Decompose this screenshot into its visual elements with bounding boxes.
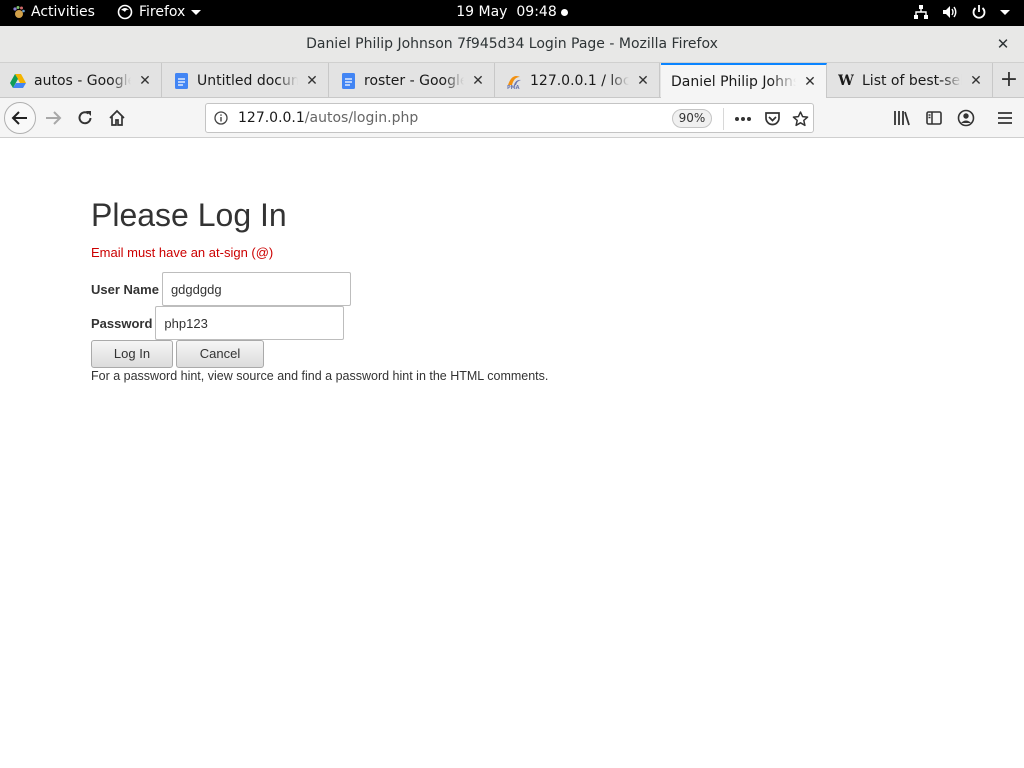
system-status-menu[interactable] <box>913 4 1010 20</box>
chevron-down-icon <box>191 9 202 15</box>
close-icon[interactable]: ✕ <box>635 73 651 89</box>
tab-autos-google-drive[interactable]: autos - Google Drive ✕ <box>0 63 162 98</box>
close-icon[interactable]: ✕ <box>802 74 818 90</box>
reload-icon <box>78 111 92 125</box>
zoom-level-button[interactable]: 90% <box>672 109 712 128</box>
gnome-top-bar: Activities Firefox 19 May 09:48 <box>0 0 1024 26</box>
power-icon <box>972 5 986 19</box>
forward-button[interactable] <box>37 102 69 134</box>
clock-time: 09:48 <box>516 4 557 20</box>
form-buttons: Log In Cancel <box>91 340 264 368</box>
url-host: 127.0.0.1 <box>238 110 305 126</box>
hamburger-menu-icon <box>998 112 1012 124</box>
new-tab-button[interactable]: + <box>994 63 1024 98</box>
tab-label: Untitled document - Google Docs <box>197 72 298 89</box>
sidebar-button[interactable] <box>922 106 946 130</box>
home-button[interactable] <box>101 102 133 134</box>
back-button[interactable] <box>4 102 36 134</box>
url-bar[interactable]: 127.0.0.1/autos/login.php 90% <box>205 103 814 133</box>
window-close-button[interactable]: ✕ <box>994 35 1012 53</box>
home-icon <box>109 109 125 126</box>
clock-date: 19 May <box>456 4 508 20</box>
page-heading: Please Log In <box>91 197 287 233</box>
username-row: User Name <box>91 272 351 306</box>
page-actions-button[interactable] <box>733 109 753 129</box>
account-button[interactable] <box>954 106 978 130</box>
account-icon <box>957 109 975 127</box>
close-icon[interactable]: ✕ <box>968 73 984 89</box>
more-horizontal-icon <box>735 117 751 121</box>
tab-wikipedia[interactable]: W List of best-selling ✕ <box>828 63 993 98</box>
notification-dot-icon <box>560 8 568 16</box>
page-content: Please Log In Email must have an at-sign… <box>0 139 1024 768</box>
username-label: User Name <box>91 281 159 297</box>
app-menu[interactable]: Firefox <box>117 4 202 20</box>
tab-label: 127.0.0.1 / localhost / phpMyAdmin <box>530 72 629 89</box>
sidebar-icon <box>926 111 942 125</box>
url-bar-separator <box>723 108 724 130</box>
cancel-button[interactable]: Cancel <box>176 340 264 368</box>
chevron-down-icon <box>1000 9 1010 15</box>
url-text[interactable]: 127.0.0.1/autos/login.php <box>238 110 418 126</box>
menu-button[interactable] <box>993 106 1017 130</box>
gnome-foot-icon <box>13 6 25 18</box>
tab-label: roster - Google Docs <box>364 72 464 89</box>
window-title: Daniel Philip Johnson 7f945d34 Login Pag… <box>306 36 718 52</box>
activities-label: Activities <box>31 4 95 20</box>
library-button[interactable] <box>890 106 914 130</box>
nav-toolbar: 127.0.0.1/autos/login.php 90% <box>0 98 1024 138</box>
username-input[interactable] <box>161 272 351 306</box>
tab-phpmyadmin[interactable]: PMA 127.0.0.1 / localhost / phpMyAdmin ✕ <box>496 63 660 98</box>
wikipedia-icon: W <box>838 72 854 89</box>
google-docs-icon <box>340 72 356 89</box>
tab-strip: autos - Google Drive ✕ Untitled document… <box>0 63 1024 99</box>
info-icon[interactable] <box>214 111 228 125</box>
password-input[interactable] <box>155 306 345 340</box>
login-button[interactable]: Log In <box>91 340 173 368</box>
arrow-left-icon <box>11 111 27 125</box>
password-row: Password <box>91 306 345 340</box>
reload-button[interactable] <box>69 102 101 134</box>
pocket-icon <box>764 112 780 126</box>
close-icon[interactable]: ✕ <box>470 73 486 89</box>
tab-label: Daniel Philip Johnson 7f945d34 Login Pag… <box>671 74 796 90</box>
library-icon <box>894 111 910 126</box>
url-path: /autos/login.php <box>304 110 419 126</box>
volume-icon <box>943 6 957 18</box>
close-icon[interactable]: ✕ <box>304 73 320 89</box>
error-message: Email must have an at-sign (@) <box>91 245 274 260</box>
activities-button[interactable]: Activities <box>12 4 95 20</box>
svg-text:PMA: PMA <box>507 85 520 89</box>
firefox-app-icon <box>117 4 133 20</box>
tab-label: autos - Google Drive <box>34 72 131 89</box>
tab-untitled-document[interactable]: Untitled document - Google Docs ✕ <box>163 63 329 98</box>
star-icon <box>792 111 808 127</box>
arrow-right-icon <box>46 111 62 125</box>
password-label: Password <box>91 315 153 331</box>
close-icon[interactable]: ✕ <box>137 73 153 89</box>
password-hint-text: For a password hint, view source and fin… <box>91 369 549 383</box>
google-docs-icon <box>173 72 189 89</box>
google-drive-icon <box>10 73 26 89</box>
phpmyadmin-icon: PMA <box>506 73 522 89</box>
pocket-button[interactable] <box>762 109 782 129</box>
tab-label: List of best-selling <box>862 72 962 89</box>
bookmark-star-button[interactable] <box>790 109 810 129</box>
tab-login-page[interactable]: Daniel Philip Johnson 7f945d34 Login Pag… <box>661 63 827 99</box>
clock-button[interactable]: 19 May 09:48 <box>456 4 568 20</box>
network-icon <box>914 5 928 19</box>
app-menu-label: Firefox <box>139 4 186 20</box>
window-titlebar: Daniel Philip Johnson 7f945d34 Login Pag… <box>0 26 1024 63</box>
tab-roster[interactable]: roster - Google Docs ✕ <box>330 63 495 98</box>
